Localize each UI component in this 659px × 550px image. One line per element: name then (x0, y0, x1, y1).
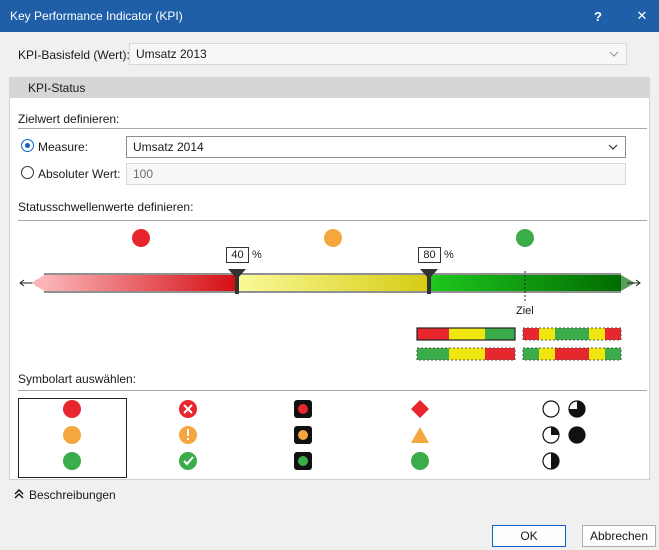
threshold-slider[interactable] (0, 262, 659, 332)
status-red-dot (132, 229, 150, 247)
pie-three-quarters-icon (568, 400, 586, 418)
window-title: Key Performance Indicator (KPI) (10, 9, 183, 23)
status-green-dot (516, 229, 534, 247)
symbol-set-symbols[interactable] (179, 400, 197, 470)
traffic-light-red-icon (294, 400, 312, 418)
traffic-light-amber-icon (294, 426, 312, 444)
threshold-2-percent: % (444, 249, 454, 261)
pattern-red-yellow-green[interactable] (416, 327, 516, 341)
pattern-red-yellow-green-red[interactable] (522, 327, 622, 341)
measure-radio[interactable] (21, 139, 34, 152)
help-button[interactable]: ? (580, 0, 616, 32)
amber-exclamation-circle-icon (179, 426, 197, 444)
measure-label: Measure: (38, 140, 89, 154)
traffic-light-green-icon (294, 452, 312, 470)
amber-circle-icon (63, 426, 81, 444)
basisfeld-label: KPI-Basisfeld (Wert): (18, 48, 130, 62)
schwellen-divider (18, 220, 647, 221)
symbolart-heading: Symbolart auswählen: (18, 372, 137, 386)
green-circle-icon (411, 452, 429, 470)
green-check-circle-icon (179, 452, 197, 470)
absolute-label: Absoluter Wert: (38, 167, 121, 181)
pie-empty-icon (542, 400, 560, 418)
zielwert-heading: Zielwert definieren: (18, 112, 120, 126)
green-circle-icon (63, 452, 81, 470)
symbol-set-traffic-lights[interactable] (294, 400, 312, 470)
yellow-zone (237, 275, 429, 291)
title-bar: Key Performance Indicator (KPI) ? ✕ (0, 0, 659, 32)
pattern-green-yellow-red[interactable] (416, 347, 516, 361)
amber-triangle-icon (411, 427, 429, 443)
threshold-1-percent: % (252, 249, 262, 261)
absolute-value: 100 (133, 167, 154, 181)
close-button[interactable]: ✕ (624, 0, 659, 32)
status-amber-dot (324, 229, 342, 247)
measure-dropdown[interactable]: Umsatz 2014 (126, 136, 626, 158)
collapse-chevron-icon[interactable] (13, 488, 25, 500)
symbolart-divider (18, 390, 647, 391)
measure-value: Umsatz 2014 (133, 140, 204, 154)
pattern-green-yellow-red-green[interactable] (522, 347, 622, 361)
pie-quarter-icon (542, 426, 560, 444)
zielwert-divider (18, 128, 647, 129)
chevron-down-icon (609, 51, 619, 57)
red-circle-icon (63, 400, 81, 418)
absolute-radio[interactable] (21, 166, 34, 179)
bar-left-tip (32, 275, 44, 291)
cancel-button[interactable]: Abbrechen (582, 525, 656, 547)
ok-button[interactable]: OK (492, 525, 566, 547)
beschreibungen-toggle[interactable]: Beschreibungen (29, 488, 116, 502)
pattern-previews (416, 327, 622, 361)
threshold-2-input[interactable]: 80 (418, 247, 441, 263)
tab-bar: KPI-Status (9, 77, 650, 98)
red-diamond-icon (411, 400, 429, 418)
red-zone (44, 275, 237, 291)
symbol-sets (63, 400, 586, 470)
basisfeld-value: Umsatz 2013 (136, 47, 207, 61)
schwellen-heading: Statusschwellenwerte definieren: (18, 200, 194, 214)
tab-kpi-status[interactable]: KPI-Status (28, 81, 85, 95)
symbol-set-circles[interactable] (63, 400, 81, 470)
symbol-set-shapes[interactable] (411, 400, 429, 470)
chevron-down-icon (608, 144, 618, 150)
red-x-circle-icon (179, 400, 197, 418)
pie-half-icon (542, 452, 560, 470)
basisfeld-dropdown[interactable]: Umsatz 2013 (129, 43, 627, 65)
threshold-1-input[interactable]: 40 (226, 247, 249, 263)
symbol-set-pie-quarters[interactable] (542, 400, 586, 470)
absolute-value-input[interactable]: 100 (126, 163, 626, 185)
pie-full-icon (568, 426, 586, 444)
ziel-label: Ziel (516, 305, 534, 317)
